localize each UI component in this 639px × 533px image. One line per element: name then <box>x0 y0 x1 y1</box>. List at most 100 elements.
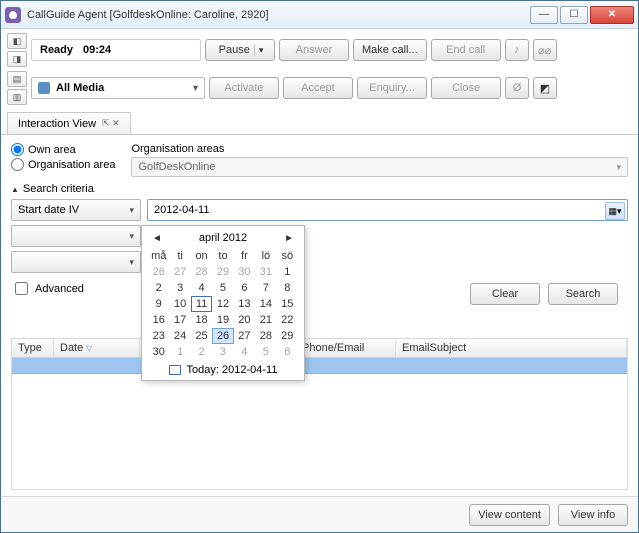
cal-day[interactable]: 29 <box>277 328 298 344</box>
view-content-button[interactable]: View content <box>469 504 550 526</box>
cal-day[interactable]: 5 <box>212 280 233 296</box>
tab-label: Interaction View <box>18 118 96 130</box>
search-button[interactable]: Search <box>548 283 618 305</box>
col-phone[interactable]: Phone/Email <box>296 339 396 357</box>
expand-left-icon[interactable]: ◧ <box>7 33 27 49</box>
clear-button[interactable]: Clear <box>470 283 540 305</box>
pause-button[interactable]: Pause▾ <box>205 39 275 61</box>
layout-a-icon[interactable]: ▤ <box>7 71 27 87</box>
voicemail-icon[interactable]: ⌀⌀ <box>533 39 557 61</box>
settings-icon[interactable]: ◩ <box>533 77 557 99</box>
enquiry-button[interactable]: Enquiry... <box>357 77 427 99</box>
cal-day[interactable]: 19 <box>212 312 233 328</box>
cal-next-icon[interactable]: ► <box>284 233 294 244</box>
cal-dow: on <box>191 248 212 264</box>
cal-day[interactable]: 6 <box>234 280 255 296</box>
date-input[interactable]: 2012-04-11 ▦▾ <box>147 199 628 221</box>
cal-day[interactable]: 8 <box>277 280 298 296</box>
answer-button[interactable]: Answer <box>279 39 349 61</box>
col-subject[interactable]: EmailSubject <box>396 339 627 357</box>
cal-today-link[interactable]: Today: 2012-04-11 <box>148 364 298 376</box>
cal-day[interactable]: 30 <box>148 344 169 360</box>
cal-day[interactable]: 12 <box>212 296 233 312</box>
cal-day[interactable]: 30 <box>234 264 255 280</box>
cal-day[interactable]: 16 <box>148 312 169 328</box>
mute-icon[interactable]: Ø <box>505 77 529 99</box>
cal-day[interactable]: 26 <box>148 264 169 280</box>
accept-button[interactable]: Accept <box>283 77 353 99</box>
make-call-button[interactable]: Make call... <box>353 39 427 61</box>
date-value: 2012-04-11 <box>154 204 209 216</box>
media-select[interactable]: All Media <box>31 77 205 99</box>
org-areas-label: Organisation areas <box>131 143 628 155</box>
cal-day[interactable]: 1 <box>169 344 190 360</box>
field-select-3[interactable] <box>11 251 141 273</box>
cal-day[interactable]: 22 <box>277 312 298 328</box>
music-icon[interactable]: ♪ <box>505 39 529 61</box>
cal-day[interactable]: 28 <box>191 264 212 280</box>
cal-month: april 2012 <box>199 232 247 244</box>
calendar-picker-icon[interactable]: ▦▾ <box>605 202 625 220</box>
media-icon <box>38 82 50 94</box>
cal-day[interactable]: 5 <box>255 344 276 360</box>
field-select-2[interactable] <box>11 225 141 247</box>
org-areas-select[interactable]: GolfDeskOnline <box>131 157 628 177</box>
cal-day[interactable]: 3 <box>169 280 190 296</box>
cal-day[interactable]: 4 <box>234 344 255 360</box>
cal-day[interactable]: 25 <box>191 328 212 344</box>
status-panel: Ready 09:24 <box>31 39 201 61</box>
cal-day[interactable]: 11 <box>191 296 212 312</box>
maximize-button[interactable]: ☐ <box>560 6 588 24</box>
col-date[interactable]: Date▽ <box>54 339 140 357</box>
tab-interaction-view[interactable]: Interaction View ⇱ ✕ <box>7 112 131 134</box>
app-icon <box>5 7 21 23</box>
layout-b-icon[interactable]: ▥ <box>7 89 27 105</box>
status-ready: Ready <box>40 44 73 56</box>
cal-day[interactable]: 27 <box>169 264 190 280</box>
cal-day[interactable]: 13 <box>234 296 255 312</box>
cal-day[interactable]: 27 <box>234 328 255 344</box>
field-select-1[interactable]: Start date IV <box>11 199 141 221</box>
cal-day[interactable]: 4 <box>191 280 212 296</box>
cal-day[interactable]: 18 <box>191 312 212 328</box>
cal-day[interactable]: 24 <box>169 328 190 344</box>
selected-row[interactable] <box>12 358 627 374</box>
expand-right-icon[interactable]: ◨ <box>7 51 27 67</box>
activate-button[interactable]: Activate <box>209 77 279 99</box>
cal-day[interactable]: 10 <box>169 296 190 312</box>
cal-day[interactable]: 6 <box>277 344 298 360</box>
radio-own-area[interactable]: Own area <box>11 143 115 156</box>
cal-dow: lö <box>255 248 276 264</box>
pin-icon[interactable]: ⇱ ✕ <box>102 118 120 129</box>
cal-day[interactable]: 3 <box>212 344 233 360</box>
advanced-checkbox[interactable] <box>15 282 28 295</box>
col-type[interactable]: Type <box>12 339 54 357</box>
cal-day[interactable]: 23 <box>148 328 169 344</box>
view-info-button[interactable]: View info <box>558 504 628 526</box>
cal-prev-icon[interactable]: ◄ <box>152 233 162 244</box>
radio-org-area[interactable]: Organisation area <box>11 158 115 171</box>
cal-day[interactable]: 2 <box>148 280 169 296</box>
minimize-button[interactable]: — <box>530 6 558 24</box>
cal-dow: sö <box>277 248 298 264</box>
cal-day[interactable]: 7 <box>255 280 276 296</box>
cal-day[interactable]: 2 <box>191 344 212 360</box>
media-label: All Media <box>56 82 104 94</box>
search-criteria-header[interactable]: Search criteria <box>11 183 628 195</box>
end-call-button[interactable]: End call <box>431 39 501 61</box>
cal-day[interactable]: 31 <box>255 264 276 280</box>
close-window-button[interactable]: ✕ <box>590 6 634 24</box>
window-title: CallGuide Agent [GolfdeskOnline: Carolin… <box>27 9 530 21</box>
cal-dow: fr <box>234 248 255 264</box>
cal-day[interactable]: 26 <box>212 328 233 344</box>
cal-day[interactable]: 14 <box>255 296 276 312</box>
close-button[interactable]: Close <box>431 77 501 99</box>
cal-day[interactable]: 28 <box>255 328 276 344</box>
cal-day[interactable]: 17 <box>169 312 190 328</box>
cal-day[interactable]: 20 <box>234 312 255 328</box>
cal-day[interactable]: 1 <box>277 264 298 280</box>
cal-day[interactable]: 15 <box>277 296 298 312</box>
cal-day[interactable]: 21 <box>255 312 276 328</box>
cal-day[interactable]: 29 <box>212 264 233 280</box>
cal-day[interactable]: 9 <box>148 296 169 312</box>
